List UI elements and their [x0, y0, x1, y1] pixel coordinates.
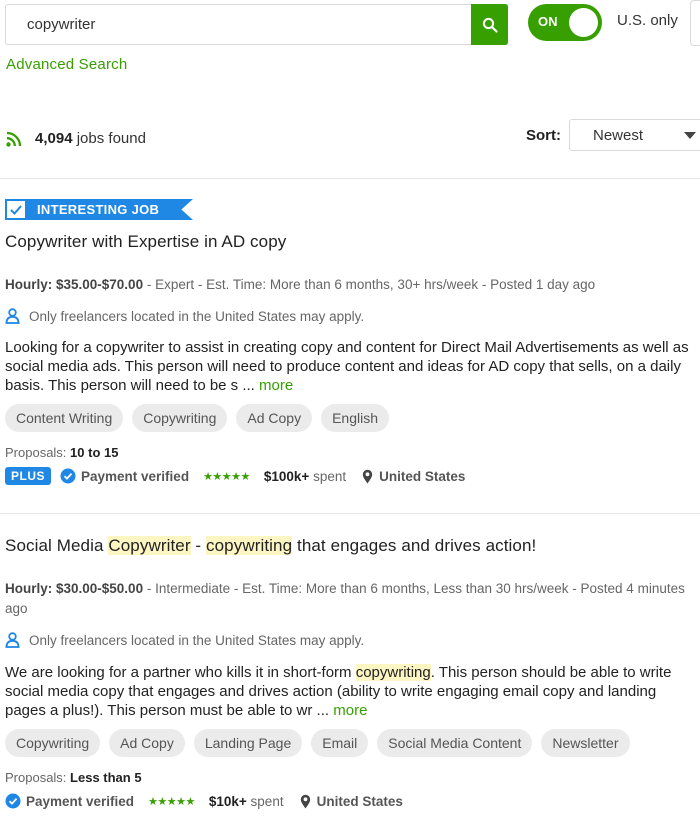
spent-label: spent [250, 793, 284, 809]
us-only-toggle[interactable]: ON [528, 4, 602, 41]
title-part: - [190, 536, 207, 555]
title-highlight: copywriting [206, 536, 293, 555]
client-rating-stars: ★★★★★ [203, 470, 250, 483]
description-text: Looking for a copywriter to assist in cr… [5, 339, 689, 394]
client-location: United States [362, 469, 465, 484]
skill-tag[interactable]: Landing Page [193, 729, 303, 757]
country-text: United States [316, 793, 403, 809]
person-icon [5, 632, 20, 648]
payment-verified-text: Payment verified [81, 468, 190, 484]
jobs-found-count: 4,094 jobs found [35, 130, 146, 147]
proposals-value: 10 to 15 [70, 445, 119, 460]
divider [0, 513, 700, 514]
skill-tag[interactable]: Content Writing [5, 404, 124, 432]
search-box [5, 4, 508, 45]
advanced-search-link[interactable]: Advanced Search [6, 56, 127, 73]
client-location: United States [300, 794, 403, 809]
location-note-text: Only freelancers located in the United S… [29, 308, 365, 324]
plus-badge: PLUS [5, 467, 52, 485]
description-text: We are looking for a partner who kills i… [5, 664, 356, 681]
client-spent: $100k+ spent [264, 469, 346, 484]
client-info: Payment verified ★★★★★ $10k+ spent Unite… [5, 793, 403, 809]
job-rate: Hourly: $35.00-$70.00 [5, 277, 144, 292]
more-link[interactable]: more [259, 377, 293, 394]
badge-body: INTERESTING JOB [27, 199, 193, 220]
search-icon [482, 17, 498, 33]
verified-icon [60, 468, 76, 484]
jobs-count: 4,094 [35, 130, 73, 147]
skill-tag[interactable]: Ad Copy [109, 729, 185, 757]
spent-amount: $100k+ [263, 468, 310, 484]
client-spent: $10k+ spent [209, 794, 284, 809]
chevron-down-icon [684, 132, 696, 139]
job-meta-details: - Expert - Est. Time: More than 6 months… [143, 277, 596, 292]
spent-amount: $10k+ [208, 793, 247, 809]
skill-tag[interactable]: Copywriting [5, 729, 101, 757]
title-part: Social Media [5, 536, 109, 555]
toggle-knob [569, 8, 598, 37]
job-description: We are looking for a partner who kills i… [5, 663, 695, 720]
title-highlight: Copywriter [108, 536, 191, 555]
skill-tag[interactable]: Social Media Content [377, 729, 533, 757]
location-pin-icon [300, 794, 310, 808]
search-input[interactable] [6, 5, 472, 44]
skill-tag[interactable]: Newsletter [541, 729, 630, 757]
payment-verified-text: Payment verified [26, 793, 135, 809]
proposals-label: Proposals: [5, 770, 67, 785]
skill-tag[interactable]: Ad Copy [236, 404, 313, 432]
payment-verified: Payment verified [60, 468, 189, 484]
skill-tag[interactable]: Copywriting [132, 404, 228, 432]
description-highlight: copywriting [355, 664, 431, 681]
interesting-job-badge: INTERESTING JOB [5, 199, 193, 220]
skill-tags: Copywriting Ad Copy Landing Page Email S… [5, 729, 630, 757]
client-rating-stars: ★★★★★ [148, 795, 195, 808]
skill-tag[interactable]: Email [311, 729, 369, 757]
location-note-text: Only freelancers located in the United S… [29, 632, 365, 648]
proposals: Proposals: 10 to 15 [5, 445, 118, 460]
sort-label: Sort: [526, 127, 561, 144]
job-title[interactable]: Copywriter with Expertise in AD copy [5, 232, 286, 252]
proposals-value: Less than 5 [70, 770, 142, 785]
edge-control [690, 0, 700, 46]
country-text: United States [379, 468, 466, 484]
checkmark-icon [5, 199, 27, 220]
person-icon [5, 308, 20, 324]
us-only-label: U.S. only [617, 12, 678, 29]
payment-verified: Payment verified [5, 793, 134, 809]
jobs-found-suffix: jobs found [72, 130, 146, 147]
sort-select[interactable]: Newest [569, 119, 700, 151]
rss-icon[interactable] [6, 131, 22, 147]
divider [0, 178, 700, 179]
more-link[interactable]: more [333, 702, 367, 719]
skill-tag[interactable]: English [321, 404, 389, 432]
search-button[interactable] [471, 4, 508, 45]
location-restriction: Only freelancers located in the United S… [5, 632, 364, 648]
job-rate: Hourly: $30.00-$50.00 [5, 581, 144, 596]
verified-icon [5, 793, 21, 809]
badge-text: INTERESTING JOB [37, 202, 160, 217]
proposals-label: Proposals: [5, 445, 67, 460]
toggle-label: ON [538, 14, 558, 29]
title-part: that engages and drives action! [292, 536, 537, 555]
location-restriction: Only freelancers located in the United S… [5, 308, 364, 324]
skill-tags: Content Writing Copywriting Ad Copy Engl… [5, 404, 389, 432]
sort-value: Newest [593, 127, 644, 144]
job-description: Looking for a copywriter to assist in cr… [5, 338, 695, 395]
job-title[interactable]: Social Media Copywriter - copywriting th… [5, 536, 536, 556]
client-info: PLUS Payment verified ★★★★★ $100k+ spent… [5, 467, 465, 485]
job-meta: Hourly: $35.00-$70.00 - Expert - Est. Ti… [5, 275, 685, 295]
proposals: Proposals: Less than 5 [5, 770, 142, 785]
job-meta: Hourly: $30.00-$50.00 - Intermediate - E… [5, 579, 685, 619]
location-pin-icon [362, 469, 373, 483]
spent-label: spent [313, 468, 347, 484]
